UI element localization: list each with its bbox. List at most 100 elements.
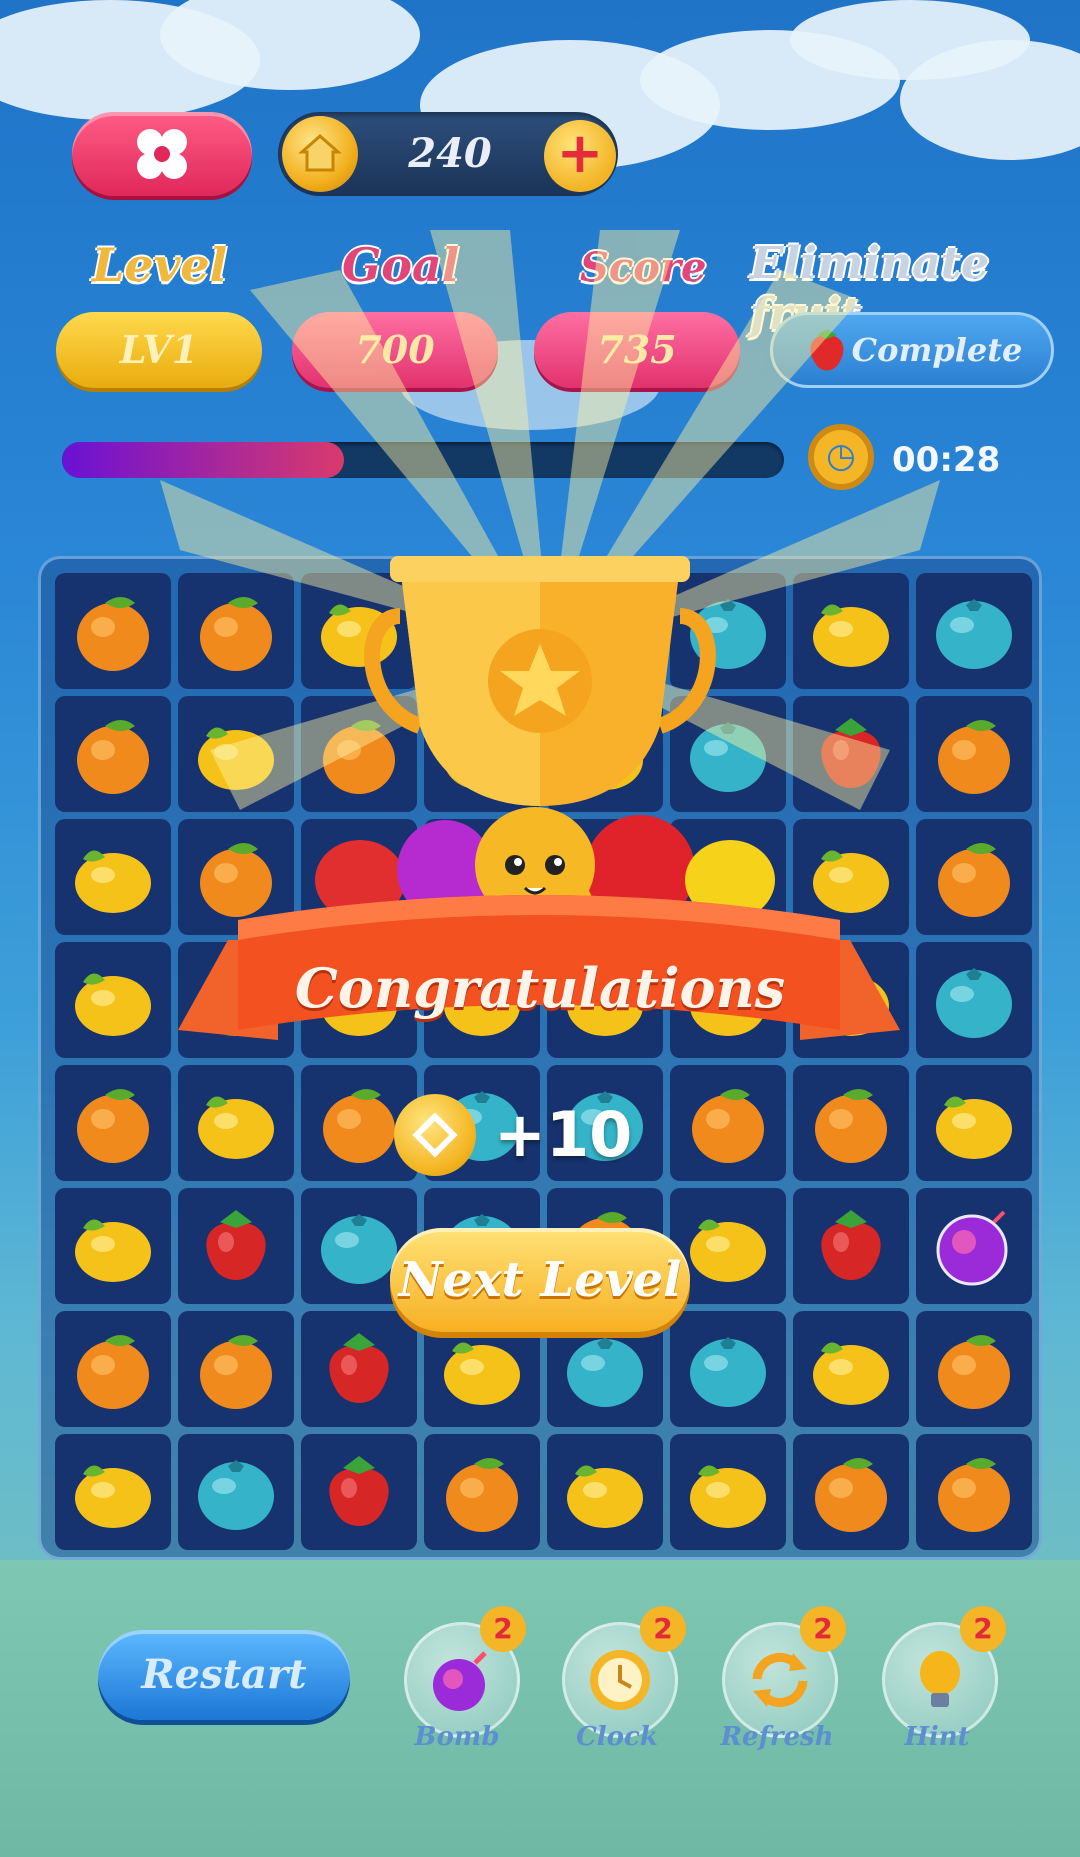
board-cell[interactable] (547, 1434, 663, 1550)
board-cell[interactable] (55, 1188, 171, 1304)
board-cell[interactable] (793, 696, 909, 812)
board-cell[interactable] (916, 942, 1032, 1058)
board-cell[interactable] (55, 1065, 171, 1181)
board-cell[interactable] (916, 1311, 1032, 1427)
reward-coin-icon (394, 1094, 476, 1176)
lemon-icon (567, 1465, 643, 1528)
board-cell[interactable] (178, 1311, 294, 1427)
strawberry-icon (821, 718, 881, 788)
time-progress-bar (62, 442, 784, 478)
board-cell[interactable] (916, 819, 1032, 935)
board-cell[interactable] (178, 573, 294, 689)
reward-amount: +10 (494, 1098, 633, 1171)
board-cell[interactable] (793, 573, 909, 689)
lemon-icon (813, 604, 889, 667)
clover-menu-icon (137, 129, 187, 179)
board-cell[interactable] (55, 819, 171, 935)
level-pill: LV1 (56, 312, 262, 388)
blueberry-icon (567, 1337, 643, 1407)
orange-icon (938, 1335, 1010, 1409)
goal-pill: 700 (292, 312, 498, 388)
orange-icon (446, 1458, 518, 1532)
clock-label: Clock (576, 1722, 658, 1752)
board-cell[interactable] (55, 696, 171, 812)
bomb-label: Bomb (414, 1722, 500, 1752)
lemon-icon (690, 1465, 766, 1528)
board-cell[interactable] (55, 573, 171, 689)
refresh-icon (752, 1652, 808, 1708)
congratulations-title: Congratulations (294, 956, 786, 1020)
orange-icon (77, 1089, 149, 1163)
score-pill: 735 (534, 312, 740, 388)
orange-icon (692, 1089, 764, 1163)
board-cell[interactable] (670, 1065, 786, 1181)
lemon-icon (75, 850, 151, 913)
lemon-icon (75, 973, 151, 1036)
add-coins-button[interactable]: + (544, 120, 616, 192)
board-cell[interactable] (424, 1434, 540, 1550)
blueberry-icon (936, 968, 1012, 1038)
clock-count-badge: 2 (640, 1606, 686, 1652)
board-cell[interactable] (793, 1065, 909, 1181)
lemon-icon (813, 1342, 889, 1405)
blueberry-icon (936, 599, 1012, 669)
orange-icon (815, 1458, 887, 1532)
refresh-label: Refresh (720, 1722, 834, 1752)
refresh-count-badge: 2 (800, 1606, 846, 1652)
orange-icon (323, 1089, 395, 1163)
board-cell[interactable] (793, 1188, 909, 1304)
lemon-icon (75, 1465, 151, 1528)
blueberry-icon (690, 1337, 766, 1407)
board-cell[interactable] (301, 1434, 417, 1550)
alarm-clock-icon: ◷ (808, 424, 874, 490)
board-cell[interactable] (916, 1188, 1032, 1304)
board-cell[interactable] (301, 1311, 417, 1427)
orange-icon (815, 1089, 887, 1163)
bomb-icon (433, 1651, 487, 1711)
lightbulb-icon (920, 1651, 960, 1707)
board-cell[interactable] (916, 573, 1032, 689)
board-cell[interactable] (670, 1311, 786, 1427)
clock-icon (590, 1650, 650, 1710)
coin-count: 240 (408, 130, 492, 177)
strawberry-icon (329, 1333, 389, 1403)
orange-icon (77, 1335, 149, 1409)
eliminate-status: Complete (851, 331, 1023, 369)
orange-icon (200, 597, 272, 671)
lemon-icon (444, 1342, 520, 1405)
board-cell[interactable] (178, 696, 294, 812)
bomb-count-badge: 2 (480, 1606, 526, 1652)
board-cell[interactable] (916, 696, 1032, 812)
orange-icon (200, 1335, 272, 1409)
lemon-icon (198, 1096, 274, 1159)
orange-icon (938, 843, 1010, 917)
next-level-button[interactable]: Next Level (390, 1228, 690, 1332)
lemon-icon (690, 1219, 766, 1282)
board-cell[interactable] (916, 1434, 1032, 1550)
lemon-icon (75, 1219, 151, 1282)
strawberry-icon (821, 1210, 881, 1280)
hint-label: Hint (904, 1722, 970, 1752)
strawberry-icon (206, 1210, 266, 1280)
board-cell[interactable] (55, 1311, 171, 1427)
menu-button[interactable] (72, 112, 252, 196)
board-cell[interactable] (55, 1434, 171, 1550)
board-cell[interactable] (793, 1311, 909, 1427)
board-cell[interactable] (670, 1434, 786, 1550)
strawberry-icon (329, 1456, 389, 1526)
house-coin-icon (282, 116, 358, 192)
board-cell[interactable] (178, 1065, 294, 1181)
orange-icon (77, 720, 149, 794)
strawberry-icon (810, 329, 844, 371)
blueberry-icon (198, 1460, 274, 1530)
restart-button[interactable]: Restart (98, 1630, 350, 1720)
board-cell[interactable] (793, 1434, 909, 1550)
goal-label: Goal (342, 238, 460, 292)
eliminate-pill: Complete (770, 312, 1054, 388)
board-cell[interactable] (178, 1434, 294, 1550)
board-cell[interactable] (916, 1065, 1032, 1181)
score-label: Score (580, 244, 707, 291)
orange-icon (938, 1458, 1010, 1532)
board-cell[interactable] (178, 1188, 294, 1304)
board-cell[interactable] (55, 942, 171, 1058)
